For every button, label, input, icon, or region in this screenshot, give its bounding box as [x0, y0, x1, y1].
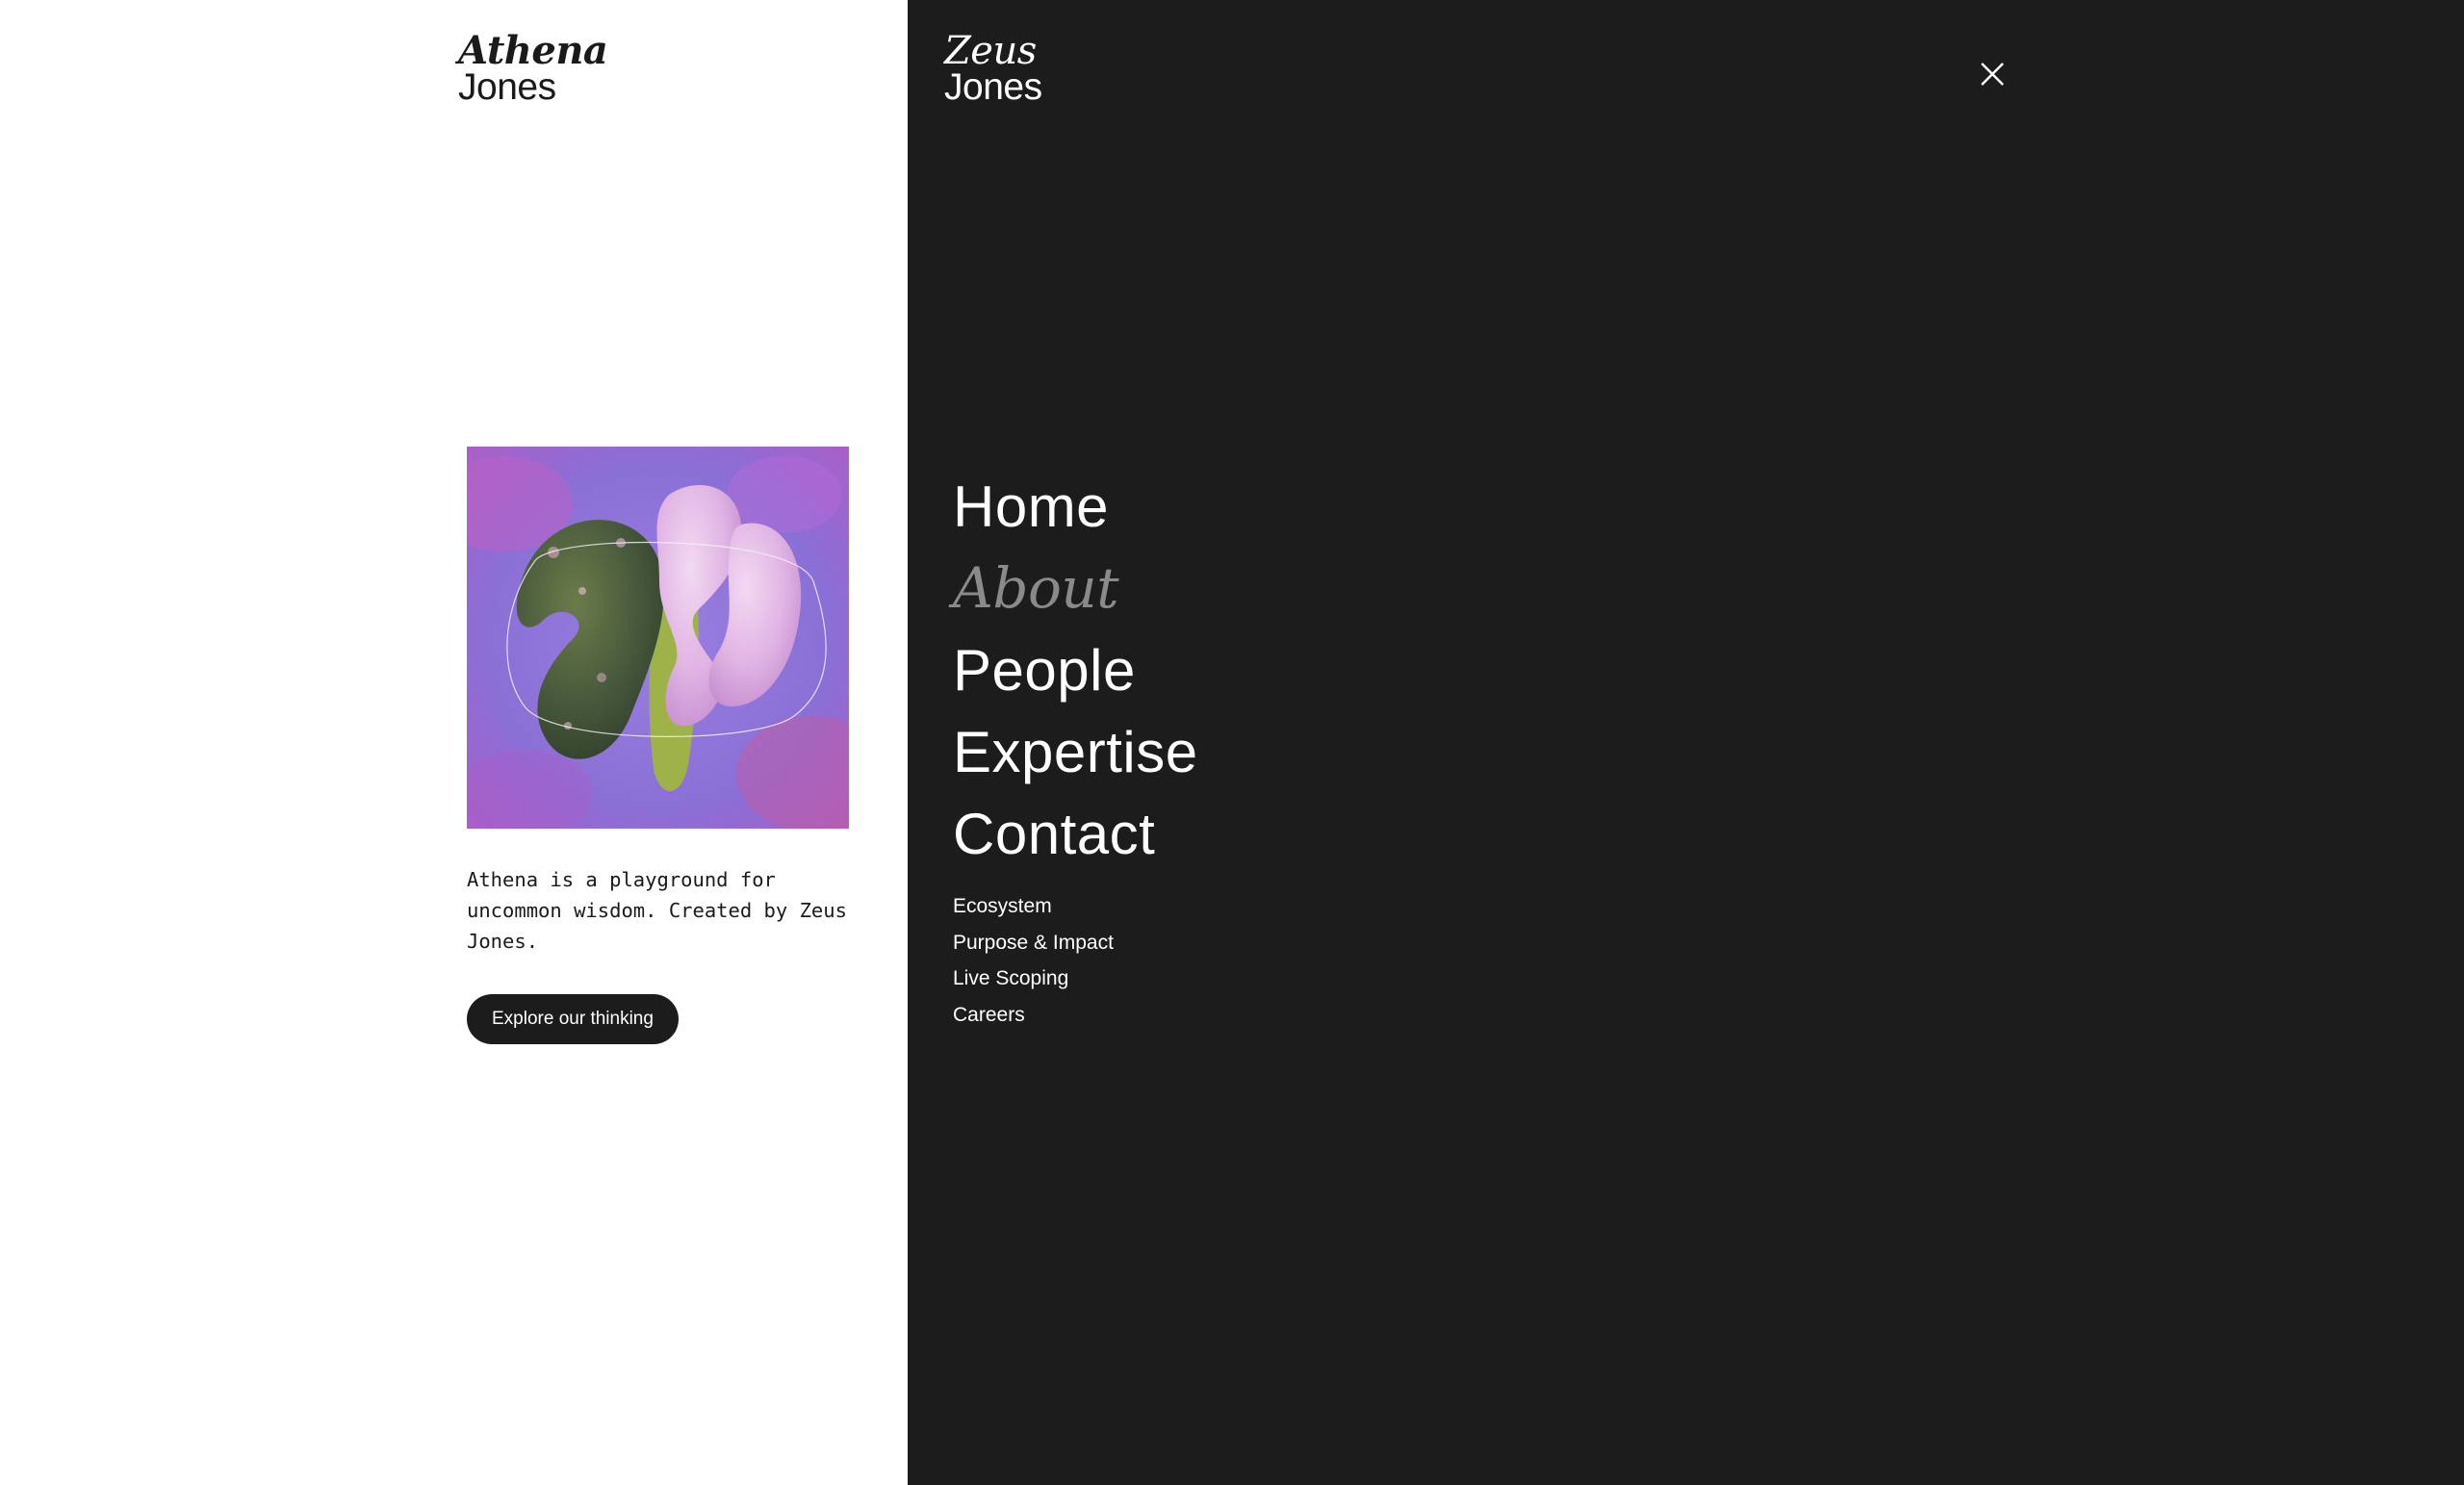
subnav-link-careers[interactable]: Careers: [953, 1004, 1025, 1026]
logo-zeus-word: Zeus: [944, 29, 1037, 73]
subnav-item-ecosystem: Ecosystem: [953, 888, 1114, 925]
logo-jones-word: Jones: [944, 66, 1042, 108]
nav-item-expertise: Expertise: [953, 711, 1198, 793]
subnav-item-purpose-impact: Purpose & Impact: [953, 925, 1114, 961]
secondary-nav: Ecosystem Purpose & Impact Live Scoping …: [953, 888, 1114, 1033]
close-icon: [1981, 63, 2004, 86]
nav-link-contact[interactable]: Contact: [953, 793, 1155, 875]
athena-panel: Athena Jones Athena is a playground for …: [0, 0, 908, 1485]
sculpture-art: [467, 447, 849, 829]
nav-item-home: Home: [953, 466, 1198, 548]
nav-link-about[interactable]: About: [953, 548, 1119, 629]
explore-thinking-button[interactable]: Explore our thinking: [467, 994, 679, 1044]
site-tagline: Athena is a playground for uncommon wisd…: [467, 868, 847, 953]
close-menu-button[interactable]: [1973, 55, 2012, 93]
nav-link-people[interactable]: People: [953, 629, 1136, 711]
nav-link-expertise[interactable]: Expertise: [953, 711, 1198, 793]
hero-sculpture-image: [467, 447, 849, 829]
subnav-link-ecosystem[interactable]: Ecosystem: [953, 895, 1052, 917]
nav-link-home[interactable]: Home: [953, 466, 1109, 548]
subnav-item-live-scoping: Live Scoping: [953, 960, 1114, 997]
logo-jones-word: Jones: [458, 66, 556, 108]
main-nav: Home About People Expertise Contact: [953, 466, 1198, 875]
athena-jones-logo[interactable]: Athena Jones: [458, 28, 608, 108]
subnav-link-purpose-impact[interactable]: Purpose & Impact: [953, 932, 1114, 954]
logo-athena-word: Athena: [458, 28, 608, 73]
zeus-jones-logo[interactable]: Zeus Jones: [944, 29, 1042, 108]
nav-item-about: About: [953, 548, 1198, 629]
nav-item-people: People: [953, 629, 1198, 711]
subnav-item-careers: Careers: [953, 997, 1114, 1034]
subnav-link-live-scoping[interactable]: Live Scoping: [953, 967, 1068, 989]
nav-item-contact: Contact: [953, 793, 1198, 875]
